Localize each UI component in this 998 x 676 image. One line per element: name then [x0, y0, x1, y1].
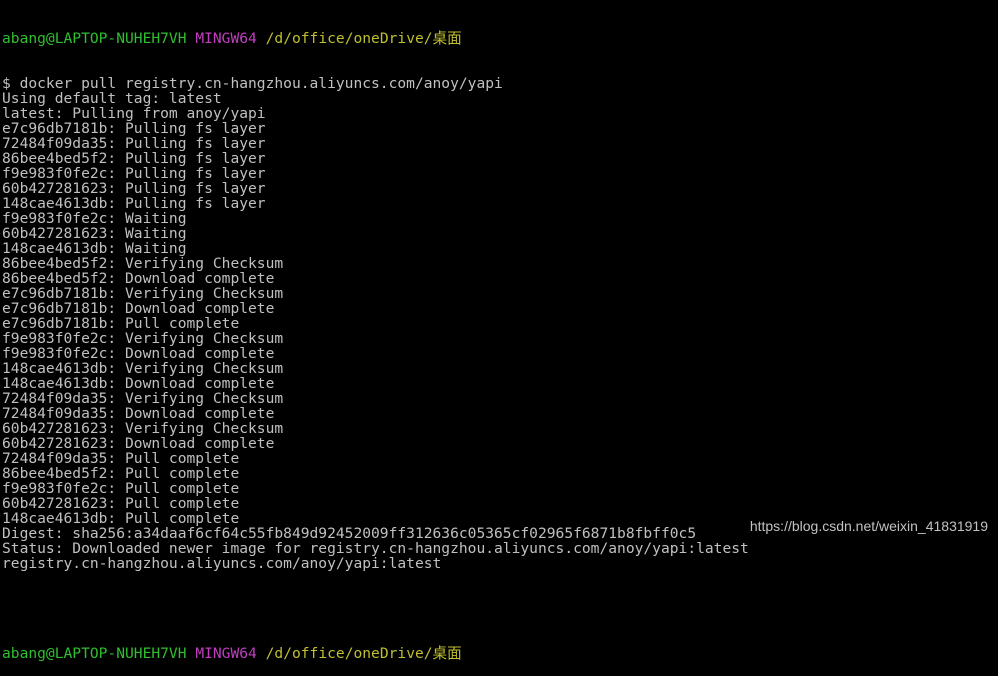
prompt-path: /d/office/oneDrive/桌面	[265, 30, 462, 47]
output-line: e7c96db7181b: Pull complete	[2, 315, 240, 332]
output-line: e7c96db7181b: Verifying Checksum	[2, 285, 284, 302]
prompt-path: /d/office/oneDrive/桌面	[265, 645, 462, 662]
output-line: 72484f09da35: Pull complete	[2, 450, 240, 467]
output-line: 60b427281623: Pull complete	[2, 495, 240, 512]
output-line: 148cae4613db: Pulling fs layer	[2, 195, 266, 212]
prompt-user-host: abang@LAPTOP-NUHEH7VH	[2, 645, 187, 662]
terminal-window[interactable]: abang@LAPTOP-NUHEH7VH MINGW64 /d/office/…	[2, 1, 998, 661]
output-line: 148cae4613db: Download complete	[2, 375, 275, 392]
output-line: e7c96db7181b: Pulling fs layer	[2, 120, 266, 137]
output-line: 72484f09da35: Download complete	[2, 405, 275, 422]
output-line: f9e983f0fe2c: Waiting	[2, 210, 187, 227]
output-line: 148cae4613db: Waiting	[2, 240, 187, 257]
output-line: $ docker pull registry.cn-hangzhou.aliyu…	[2, 75, 503, 92]
output-line: f9e983f0fe2c: Verifying Checksum	[2, 330, 284, 347]
output-line: 60b427281623: Download complete	[2, 435, 275, 452]
prompt-shell: MINGW64	[195, 30, 257, 47]
watermark-url: https://blog.csdn.net/weixin_41831919	[749, 518, 988, 534]
prompt-user-host: abang@LAPTOP-NUHEH7VH	[2, 30, 187, 47]
output-line: f9e983f0fe2c: Pull complete	[2, 480, 240, 497]
output-line: 72484f09da35: Verifying Checksum	[2, 390, 284, 407]
prompt-line: abang@LAPTOP-NUHEH7VH MINGW64 /d/office/…	[2, 31, 998, 46]
output-line: f9e983f0fe2c: Download complete	[2, 345, 275, 362]
terminal-output: $ docker pull registry.cn-hangzhou.aliyu…	[2, 76, 998, 571]
output-line: 60b427281623: Verifying Checksum	[2, 420, 284, 437]
output-line: Using default tag: latest	[2, 90, 222, 107]
output-line: 86bee4bed5f2: Verifying Checksum	[2, 255, 284, 272]
output-line: 60b427281623: Pulling fs layer	[2, 180, 266, 197]
prompt-line-bottom: abang@LAPTOP-NUHEH7VH MINGW64 /d/office/…	[2, 646, 998, 661]
output-line: Status: Downloaded newer image for regis…	[2, 540, 749, 557]
output-line: 86bee4bed5f2: Download complete	[2, 270, 275, 287]
output-line: 86bee4bed5f2: Pull complete	[2, 465, 240, 482]
output-line: 60b427281623: Waiting	[2, 225, 187, 242]
output-line: f9e983f0fe2c: Pulling fs layer	[2, 165, 266, 182]
prompt-shell: MINGW64	[195, 645, 257, 662]
output-line: 148cae4613db: Verifying Checksum	[2, 360, 284, 377]
output-line: e7c96db7181b: Download complete	[2, 300, 275, 317]
output-line: 86bee4bed5f2: Pulling fs layer	[2, 150, 266, 167]
output-line: latest: Pulling from anoy/yapi	[2, 105, 266, 122]
output-line: registry.cn-hangzhou.aliyuncs.com/anoy/y…	[2, 555, 442, 572]
output-line: 72484f09da35: Pulling fs layer	[2, 135, 266, 152]
